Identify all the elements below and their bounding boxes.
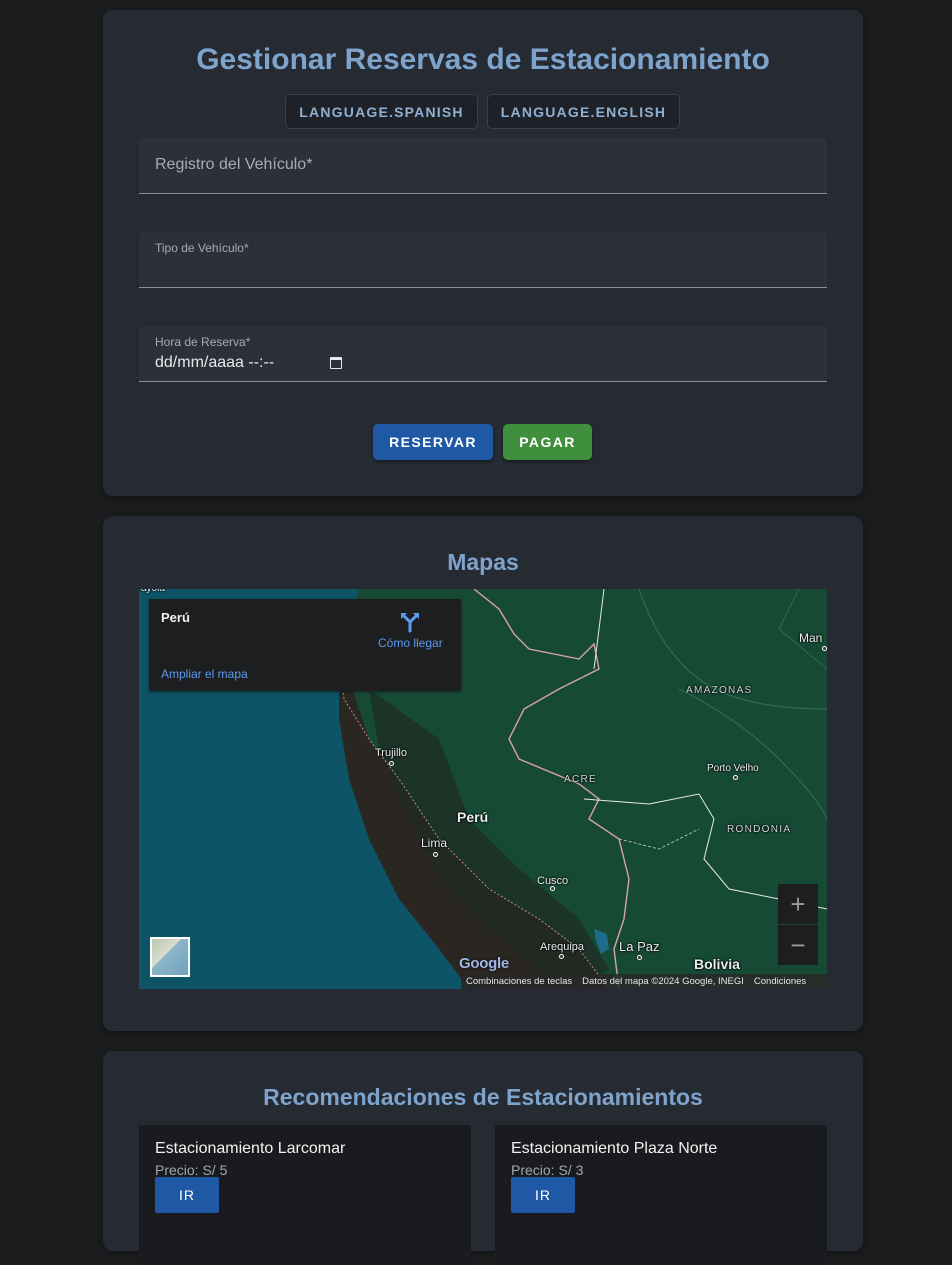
google-logo: Google — [459, 955, 509, 972]
parking-price: Precio: S/ 5 — [155, 1162, 228, 1178]
language-english-button[interactable]: LANGUAGE.ENGLISH — [487, 94, 680, 129]
parking-name: Estacionamiento Plaza Norte — [511, 1140, 718, 1157]
map-label-peru: Perú — [457, 809, 489, 825]
city-dot-trujillo — [389, 761, 394, 766]
map-label-trujillo: Trujillo — [375, 747, 407, 759]
map-footer: Combinaciones de teclas Datos del mapa ©… — [461, 974, 827, 989]
pagar-button[interactable]: PAGAR — [503, 424, 592, 460]
city-dot-cusco — [550, 886, 555, 891]
keyboard-shortcuts-link[interactable]: Combinaciones de teclas — [461, 976, 577, 987]
map-label-arequipa: Arequipa — [540, 941, 585, 953]
parking-name: Estacionamiento Larcomar — [155, 1140, 346, 1157]
directions-icon[interactable] — [399, 611, 421, 633]
vehicle-registration-placeholder: Registro del Vehículo* — [155, 156, 313, 173]
map-label-acre: ACRE — [564, 774, 597, 785]
map-label-bolivia: Bolivia — [694, 956, 740, 972]
reservation-time-label: Hora de Reserva* — [155, 335, 251, 349]
map-info-title: Perú — [161, 610, 190, 625]
directions-link[interactable]: Cómo llegar — [378, 636, 443, 650]
parking-recommendation-card: Estacionamiento Plaza Norte Precio: S/ 3… — [495, 1125, 827, 1265]
google-map[interactable]: ayoia Perú Lima Trujillo Cusco Arequipa … — [139, 589, 827, 989]
map-label-amazonas: AMAZONAS — [686, 685, 753, 696]
city-dot-arequipa — [559, 954, 564, 959]
map-data-attribution: Datos del mapa ©2024 Google, INEGI — [582, 976, 744, 987]
vehicle-registration-field[interactable]: Registro del Vehículo* — [139, 138, 827, 194]
maps-title: Mapas — [447, 549, 519, 575]
map-label-edge: ayoia — [141, 589, 165, 594]
parking-recommendation-card: Estacionamiento Larcomar Precio: S/ 5 IR — [139, 1125, 471, 1265]
city-dot-lima — [433, 852, 438, 857]
city-dot-porto-velho — [733, 775, 738, 780]
terms-link[interactable]: Condiciones — [749, 976, 811, 987]
go-button[interactable]: IR — [511, 1177, 575, 1213]
booking-card: Gestionar Reservas de Estacionamiento LA… — [103, 10, 863, 496]
map-label-lima: Lima — [421, 836, 448, 850]
zoom-out-button[interactable]: − — [778, 925, 818, 965]
vehicle-type-label: Tipo de Vehículo* — [155, 241, 249, 255]
map-label-la-paz: La Paz — [619, 939, 660, 954]
map-label-rondonia: RONDONIA — [727, 824, 792, 835]
reservar-button[interactable]: RESERVAR — [373, 424, 493, 460]
map-type-toggle[interactable] — [150, 937, 190, 977]
recommendations-title: Recomendaciones de Estacionamientos — [263, 1084, 703, 1110]
parking-price: Precio: S/ 3 — [511, 1162, 584, 1178]
zoom-in-button[interactable]: + — [778, 884, 818, 924]
reservation-time-value: dd/mm/aaaa --:-- — [155, 354, 275, 371]
map-label-porto-velho: Porto Velho — [707, 763, 759, 774]
vehicle-type-select[interactable]: Tipo de Vehículo* — [139, 232, 827, 288]
reservation-time-value-row: dd/mm/aaaa --:-- — [155, 354, 343, 372]
enlarge-map-link[interactable]: Ampliar el mapa — [161, 667, 248, 681]
language-spanish-button[interactable]: LANGUAGE.SPANISH — [285, 94, 478, 129]
map-info-box: Perú Cómo llegar Ampliar el mapa — [149, 599, 461, 691]
maps-card: Mapas ayoia Perú Lima Trujillo — [103, 516, 863, 1031]
reservation-time-field[interactable]: Hora de Reserva* dd/mm/aaaa --:-- — [139, 326, 827, 382]
page-title: Gestionar Reservas de Estacionamiento — [196, 43, 770, 76]
calendar-icon[interactable] — [330, 357, 343, 369]
city-dot-la-paz — [637, 955, 642, 960]
go-button[interactable]: IR — [155, 1177, 219, 1213]
recommendations-card: Recomendaciones de Estacionamientos Esta… — [103, 1051, 863, 1265]
city-dot-manaus — [822, 646, 827, 651]
map-label-manaus: Man — [799, 631, 823, 645]
